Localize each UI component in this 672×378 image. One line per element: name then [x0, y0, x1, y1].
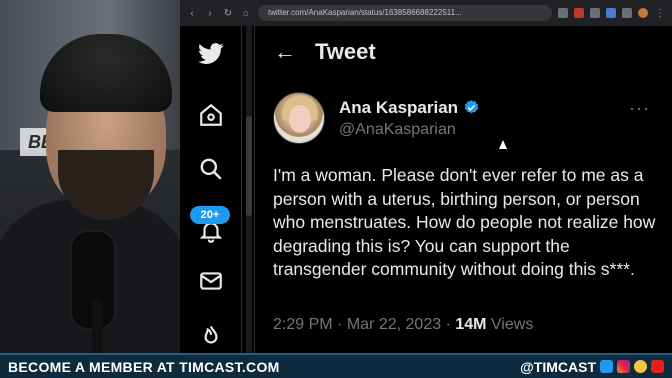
address-bar[interactable]: twitter.com/AnaKasparian/status/16385866… [258, 5, 552, 21]
page-title: Tweet [315, 39, 376, 64]
tweet-header: ← Tweet [255, 26, 672, 78]
author-handle[interactable]: @AnaKasparian [339, 121, 480, 139]
lightbulb-icon [634, 360, 647, 373]
tweet-author[interactable]: Ana Kasparian @AnaKasparian [273, 92, 480, 144]
avatar-face [289, 105, 311, 133]
tweet-date[interactable]: Mar 22, 2023 [347, 316, 441, 333]
extension-icon[interactable] [574, 8, 584, 18]
extension-icon[interactable] [606, 8, 616, 18]
menu-icon[interactable]: ⋮ [654, 8, 666, 19]
more-options-icon[interactable]: ··· [629, 98, 650, 119]
messages-mail-icon[interactable] [196, 266, 226, 296]
meta-separator: · [337, 316, 343, 333]
author-display-name[interactable]: Ana Kasparian [339, 98, 480, 118]
topics-flame-icon[interactable] [196, 321, 226, 351]
avatar[interactable] [273, 92, 325, 144]
tweet-text: I'm a woman. Please don't ever refer to … [273, 165, 656, 279]
search-nav-icon[interactable] [196, 154, 226, 184]
verified-badge-icon [464, 100, 479, 114]
mic-arm [92, 300, 102, 353]
tweet-column: ← Tweet Ana Kasparian @AnaKasparian ··· … [254, 26, 672, 353]
scrollbar-thumb[interactable] [246, 116, 252, 216]
home-nav-icon[interactable] [196, 100, 226, 130]
social-handles: @TIMCAST [520, 359, 664, 375]
views-count: 14M [455, 316, 487, 333]
browser-window: ‹ › ↻ ⌂ twitter.com/AnaKasparian/status/… [180, 0, 672, 353]
twitter-bird-icon [600, 360, 613, 373]
meta-separator: · [445, 316, 451, 333]
webcam-feed: BE [0, 0, 180, 353]
youtube-icon [651, 360, 664, 373]
member-promo-text: BECOME A MEMBER AT TIMCAST.COM [8, 358, 280, 375]
author-name-text: Ana Kasparian [339, 97, 459, 117]
views-label: Views [490, 316, 534, 333]
extension-icon[interactable] [590, 8, 600, 18]
browser-toolbar: ‹ › ↻ ⌂ twitter.com/AnaKasparian/status/… [180, 0, 672, 26]
tweet-time[interactable]: 2:29 PM [273, 316, 333, 333]
notifications-badge: 20+ [190, 206, 230, 224]
extension-icon[interactable] [622, 8, 632, 18]
social-handle-text: @TIMCAST [520, 358, 596, 375]
forward-nav-icon[interactable]: › [204, 8, 216, 19]
twitter-sidebar: 20+ [180, 26, 242, 353]
twitter-logo-icon[interactable] [196, 38, 226, 68]
reload-icon[interactable]: ↻ [222, 8, 234, 19]
profile-icon[interactable] [638, 8, 648, 18]
back-nav-icon[interactable]: ‹ [186, 8, 198, 19]
tweet-meta: 2:29 PM · Mar 22, 2023 · 14M Views [273, 316, 533, 334]
bottom-ticker: BECOME A MEMBER AT TIMCAST.COM @TIMCAST [0, 353, 672, 378]
sidebar-scrollbar[interactable] [246, 26, 252, 353]
mouse-cursor-icon [499, 140, 507, 149]
author-names: Ana Kasparian @AnaKasparian [339, 98, 480, 139]
extension-icon[interactable] [558, 8, 568, 18]
instagram-icon [617, 360, 630, 373]
back-arrow-icon[interactable]: ← [255, 39, 315, 65]
home-icon[interactable]: ⌂ [240, 8, 252, 19]
